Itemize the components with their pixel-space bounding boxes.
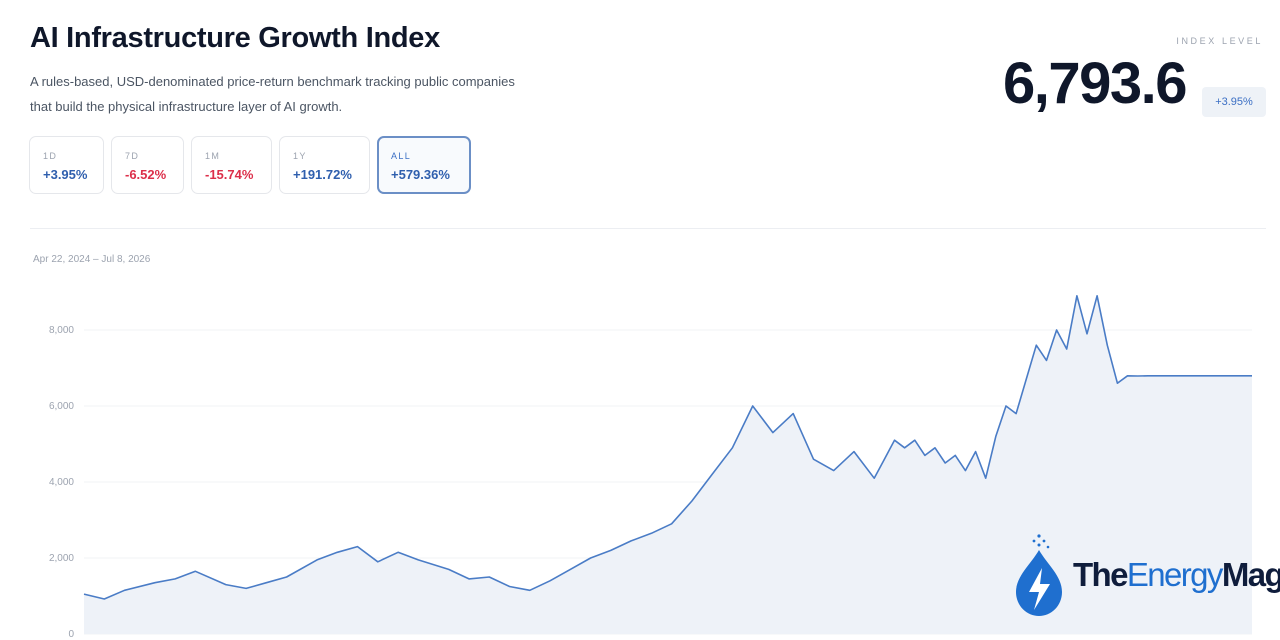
period-value: -15.74% — [205, 167, 254, 182]
index-change-badge: +3.95% — [1202, 87, 1266, 117]
index-level-value: 6,793.6 — [1003, 51, 1188, 116]
period-label: 1Y — [293, 151, 307, 161]
page-title: AI Infrastructure Growth Index — [30, 22, 440, 54]
description-line-1: A rules-based, USD-denominated price-ret… — [30, 74, 515, 89]
watermark-text: TheEnergyMag — [1073, 556, 1280, 594]
y-axis-ticks: 0 2,000 4,000 6,000 8,000 — [49, 325, 74, 640]
period-tab-7d[interactable]: 7D -6.52% — [111, 136, 184, 194]
page-description: A rules-based, USD-denominated price-ret… — [30, 69, 590, 119]
y-tick-label: 2,000 — [49, 553, 74, 564]
lightning-drop-icon — [1016, 534, 1062, 616]
index-level-label: INDEX LEVEL — [1176, 36, 1263, 46]
y-tick-label: 6,000 — [49, 401, 74, 412]
period-value: +191.72% — [293, 167, 352, 182]
period-tab-1y[interactable]: 1Y +191.72% — [279, 136, 370, 194]
period-value: +579.36% — [391, 167, 450, 182]
period-tab-1m[interactable]: 1M -15.74% — [191, 136, 272, 194]
section-divider — [30, 228, 1266, 229]
y-tick-label: 4,000 — [49, 477, 74, 488]
date-range: Apr 22, 2024 – Jul 8, 2026 — [33, 254, 151, 265]
period-tab-1d[interactable]: 1D +3.95% — [29, 136, 104, 194]
description-line-2: that build the physical infrastructure l… — [30, 99, 343, 114]
period-label: 1M — [205, 151, 221, 161]
period-label: 1D — [43, 151, 58, 161]
y-tick-label: 8,000 — [49, 325, 74, 336]
watermark-text-energy: Energy — [1126, 556, 1224, 593]
y-tick-label: 0 — [68, 629, 74, 640]
period-label: ALL — [391, 151, 412, 161]
page: AI Infrastructure Growth Index A rules-b… — [0, 0, 1280, 640]
period-value: +3.95% — [43, 167, 88, 182]
period-label: 7D — [125, 151, 140, 161]
period-value: -6.52% — [125, 167, 167, 182]
period-tab-all[interactable]: ALL +579.36% — [377, 136, 471, 194]
watermark-text-mag: Mag — [1221, 556, 1280, 593]
watermark-logo: TheEnergyMag — [1012, 530, 1280, 622]
watermark-text-the: The — [1073, 556, 1128, 593]
